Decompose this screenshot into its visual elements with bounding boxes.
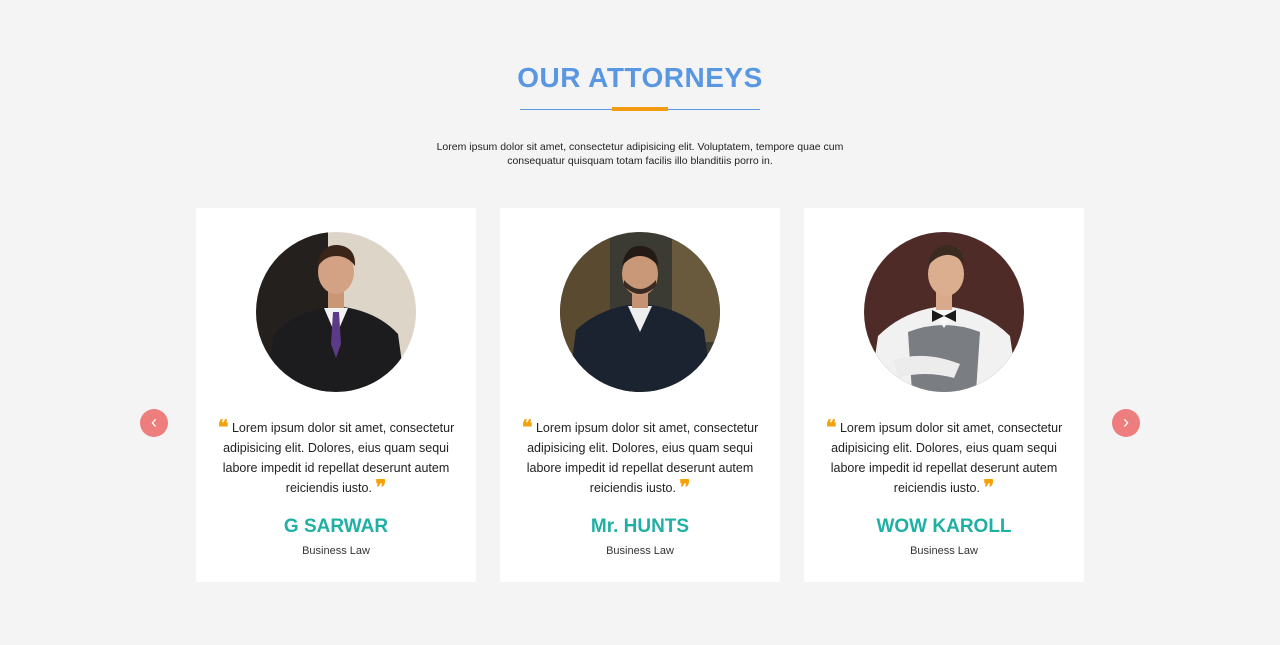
- attorney-photo: [560, 232, 720, 392]
- section-intro: Lorem ipsum dolor sit amet, consectetur …: [436, 141, 844, 167]
- attorney-quote: Lorem ipsum dolor sit amet, consectetur …: [526, 421, 759, 495]
- attorney-role: Business Law: [606, 545, 674, 557]
- attorney-name[interactable]: WOW KAROLL: [804, 516, 1084, 538]
- quote-close-icon: ❞: [679, 475, 691, 499]
- quote-close-icon: ❞: [375, 475, 387, 499]
- title-accent-bar: [612, 107, 668, 111]
- quote-open-icon: ❝: [521, 415, 533, 439]
- attorney-role: Business Law: [910, 545, 978, 557]
- attorney-quote: Lorem ipsum dolor sit amet, consectetur …: [830, 421, 1063, 495]
- attorney-quote: Lorem ipsum dolor sit amet, consectetur …: [222, 421, 455, 495]
- attorney-name[interactable]: G SARWAR: [196, 516, 476, 538]
- attorney-role: Business Law: [302, 545, 370, 557]
- attorney-name[interactable]: Mr. HUNTS: [500, 516, 780, 538]
- attorney-photo: [256, 232, 416, 392]
- section-title: OUR ATTORNEYS: [517, 62, 763, 93]
- quote-open-icon: ❝: [217, 415, 229, 439]
- attorney-card: ❝ Lorem ipsum dolor sit amet, consectetu…: [196, 208, 476, 582]
- attorney-photo: [864, 232, 1024, 392]
- attorney-card: ❝ Lorem ipsum dolor sit amet, consectetu…: [500, 208, 780, 582]
- quote-close-icon: ❞: [983, 475, 995, 499]
- quote-open-icon: ❝: [825, 415, 837, 439]
- carousel-prev-button[interactable]: ‹: [140, 409, 168, 437]
- attorney-card: ❝ Lorem ipsum dolor sit amet, consectetu…: [804, 208, 1084, 582]
- carousel-next-button[interactable]: ›: [1112, 409, 1140, 437]
